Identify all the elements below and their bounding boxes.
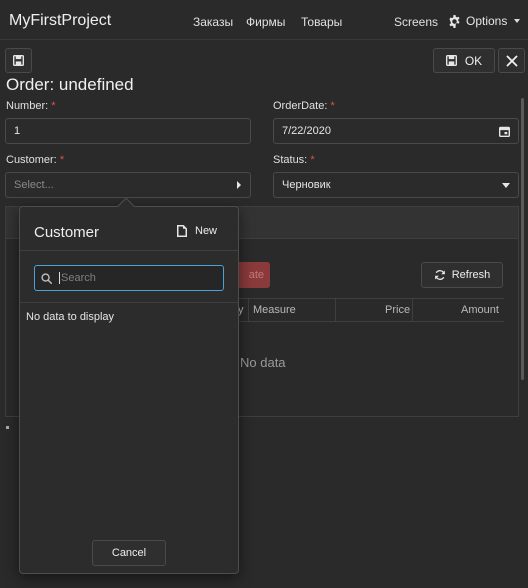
column-header[interactable]: Measure bbox=[253, 304, 296, 316]
status-label: Status: * bbox=[273, 154, 315, 166]
status-value: Черновик bbox=[282, 179, 331, 191]
scrollbar[interactable] bbox=[521, 98, 524, 380]
close-icon bbox=[506, 55, 517, 66]
text-cursor bbox=[59, 272, 60, 284]
column-header[interactable]: Price bbox=[385, 304, 410, 316]
top-navbar: MyFirstProject Заказы Фирмы Товары Scree… bbox=[0, 0, 528, 40]
calendar-icon[interactable] bbox=[499, 126, 510, 137]
nav-item-companies[interactable]: Фирмы bbox=[246, 15, 285, 29]
nav-item-orders[interactable]: Заказы bbox=[193, 15, 233, 29]
search-placeholder: Search bbox=[61, 272, 96, 284]
number-label: Number: * bbox=[6, 100, 56, 112]
refresh-icon bbox=[434, 270, 445, 280]
save-icon bbox=[13, 55, 24, 66]
refresh-label: Refresh bbox=[451, 269, 491, 281]
cancel-button[interactable]: Cancel bbox=[92, 540, 166, 566]
chevron-down-icon bbox=[502, 182, 510, 188]
save-button[interactable] bbox=[5, 48, 32, 73]
grid-empty-message: No data bbox=[240, 355, 286, 370]
create-label: ate bbox=[248, 269, 264, 281]
search-input[interactable]: Search bbox=[34, 265, 224, 291]
orderdate-value: 7/22/2020 bbox=[282, 125, 331, 137]
customer-lookup-popup: Customer New Search No data to display C… bbox=[19, 197, 239, 574]
search-icon bbox=[41, 272, 52, 284]
truncated-label bbox=[6, 426, 9, 429]
grid-header: y Measure Price Amount bbox=[238, 298, 504, 322]
save-icon bbox=[445, 55, 457, 66]
chevron-down-icon bbox=[514, 19, 521, 23]
divider bbox=[20, 250, 238, 251]
options-menu[interactable]: Options bbox=[448, 14, 521, 28]
new-customer-button[interactable]: New bbox=[177, 225, 217, 237]
nav-item-products[interactable]: Товары bbox=[301, 15, 342, 29]
popup-empty-message: No data to display bbox=[26, 311, 115, 323]
ok-label: OK bbox=[464, 53, 483, 68]
ok-button[interactable]: OK bbox=[433, 48, 495, 73]
customer-label: Customer: * bbox=[6, 154, 65, 166]
app-title[interactable]: MyFirstProject bbox=[9, 12, 111, 30]
column-header[interactable]: Amount bbox=[461, 304, 499, 316]
chevron-right-icon bbox=[237, 181, 241, 189]
options-label: Options bbox=[466, 14, 508, 28]
customer-placeholder: Select... bbox=[14, 179, 54, 191]
file-icon bbox=[177, 225, 187, 237]
number-value: 1 bbox=[14, 125, 21, 137]
status-select[interactable]: Черновик bbox=[273, 172, 519, 198]
divider bbox=[20, 302, 238, 303]
new-label: New bbox=[195, 225, 218, 237]
popup-arrow bbox=[117, 197, 135, 215]
popup-title: Customer bbox=[34, 224, 100, 241]
close-button[interactable] bbox=[498, 48, 525, 73]
column-divider bbox=[248, 299, 249, 321]
refresh-button[interactable]: Refresh bbox=[421, 262, 503, 288]
gear-icon bbox=[449, 14, 460, 28]
column-divider bbox=[412, 299, 413, 321]
column-divider bbox=[335, 299, 336, 321]
nav-item-screens[interactable]: Screens bbox=[394, 15, 438, 29]
page-title: Order: undefined bbox=[6, 75, 134, 94]
customer-select[interactable]: Select... bbox=[5, 172, 251, 198]
orderdate-label: OrderDate: * bbox=[273, 100, 335, 112]
cancel-label: Cancel bbox=[111, 547, 147, 559]
number-field[interactable]: 1 bbox=[5, 118, 251, 144]
orderdate-field[interactable]: 7/22/2020 bbox=[273, 118, 519, 144]
